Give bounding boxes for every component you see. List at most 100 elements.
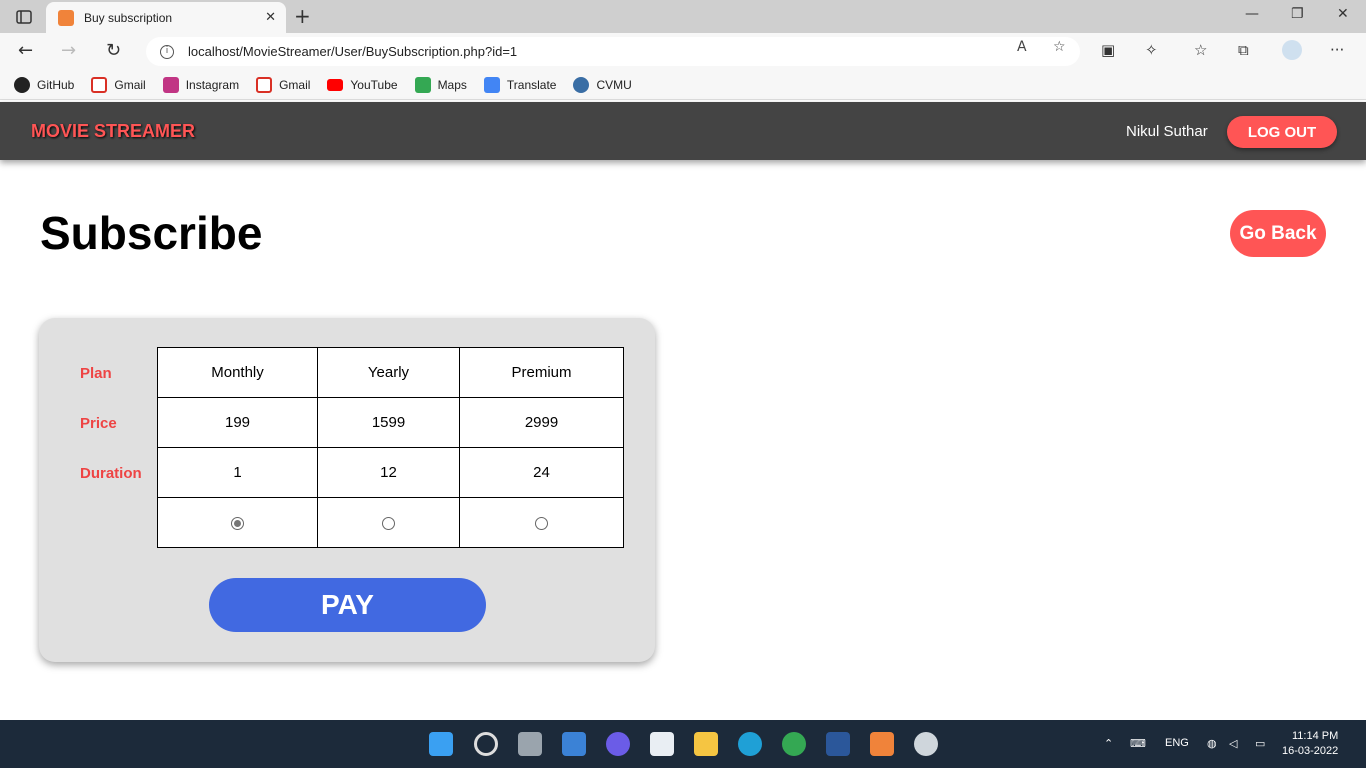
bookmark-label: Gmail bbox=[279, 77, 311, 92]
browser-tab-bar: Buy subscription ✕ + — ❐ ✕ bbox=[0, 0, 1366, 33]
tab-title: Buy subscription bbox=[84, 10, 173, 25]
bookmark-label: YouTube bbox=[350, 77, 398, 92]
add-favorite-icon[interactable]: ☆ bbox=[1053, 39, 1066, 55]
pay-button[interactable]: PAY bbox=[209, 578, 486, 632]
table-row: Monthly Yearly Premium bbox=[157, 347, 624, 398]
gmail-icon bbox=[91, 76, 108, 93]
clock-time: 11:14 PM bbox=[1292, 730, 1339, 742]
extensions-icon[interactable]: ✧ bbox=[1145, 41, 1158, 59]
app-icon[interactable] bbox=[914, 732, 938, 756]
translate-icon bbox=[483, 76, 500, 93]
collections-icon[interactable]: ⧉ bbox=[1238, 41, 1249, 59]
app-navbar: MOVIE STREAMER Nikul Suthar LOG OUT bbox=[0, 102, 1366, 160]
bookmark-youtube[interactable]: YouTube bbox=[327, 77, 398, 92]
forward-icon[interactable]: → bbox=[61, 40, 76, 61]
edge-icon[interactable] bbox=[738, 732, 762, 756]
plan-name-cell: Premium bbox=[459, 347, 624, 398]
new-tab-icon[interactable]: + bbox=[294, 4, 311, 28]
site-info-icon[interactable]: i bbox=[160, 44, 174, 59]
start-icon[interactable] bbox=[429, 732, 453, 756]
bookmark-gmail-2[interactable]: Gmail bbox=[256, 76, 311, 93]
show-hidden-icons-icon[interactable]: ⌃ bbox=[1104, 737, 1113, 750]
bookmark-github[interactable]: GitHub bbox=[14, 76, 75, 93]
bookmark-gmail[interactable]: Gmail bbox=[91, 76, 146, 93]
bookmark-label: Maps bbox=[437, 77, 467, 92]
chrome-icon[interactable] bbox=[782, 732, 806, 756]
close-tab-icon[interactable]: ✕ bbox=[265, 10, 276, 25]
plan-duration-cell: 24 bbox=[459, 447, 624, 498]
widgets-icon[interactable] bbox=[562, 732, 586, 756]
instagram-icon bbox=[162, 76, 179, 93]
favorites-icon[interactable]: ☆ bbox=[1194, 41, 1207, 59]
keyboard-icon[interactable]: ⌨ bbox=[1130, 737, 1146, 750]
table-row: 199 1599 2999 bbox=[157, 397, 624, 448]
table-row: 1 12 24 bbox=[157, 447, 624, 498]
read-aloud-icon[interactable]: A bbox=[1017, 39, 1027, 55]
teams-chat-icon[interactable] bbox=[606, 732, 630, 756]
plan-radio-monthly[interactable] bbox=[231, 516, 244, 530]
gmail-icon bbox=[256, 76, 273, 93]
bookmark-translate[interactable]: Translate bbox=[483, 76, 557, 93]
logout-button[interactable]: LOG OUT bbox=[1227, 116, 1337, 148]
browser-toolbar: ← → ↻ i localhost/MovieStreamer/User/Buy… bbox=[0, 33, 1366, 70]
bookmark-maps[interactable]: Maps bbox=[414, 76, 467, 93]
task-view-icon[interactable] bbox=[518, 732, 542, 756]
refresh-icon[interactable]: ↻ bbox=[106, 40, 121, 61]
clock-date: 16-03-2022 bbox=[1282, 745, 1339, 757]
plan-price-cell: 199 bbox=[157, 397, 318, 448]
plan-price-cell: 1599 bbox=[317, 397, 460, 448]
username: Nikul Suthar bbox=[1126, 123, 1208, 140]
bookmark-cvmu[interactable]: CVMU bbox=[573, 76, 632, 93]
plan-price-cell: 2999 bbox=[459, 397, 624, 448]
plan-select-cell bbox=[459, 497, 624, 548]
plan-row-label: Plan bbox=[80, 365, 112, 382]
go-back-button[interactable]: Go Back bbox=[1230, 210, 1326, 257]
bookmark-label: GitHub bbox=[37, 77, 75, 92]
page-title: Subscribe bbox=[40, 207, 263, 259]
back-icon[interactable]: ← bbox=[18, 40, 33, 61]
url-text: localhost/MovieStreamer/User/BuySubscrip… bbox=[188, 44, 518, 59]
minimize-icon[interactable]: — bbox=[1245, 6, 1259, 22]
bookmark-label: Gmail bbox=[114, 77, 146, 92]
bookmarks-bar: GitHub Gmail Instagram Gmail YouTube Map… bbox=[0, 70, 1366, 100]
battery-icon[interactable]: ▭ bbox=[1255, 737, 1265, 750]
windows-taskbar: ⌃ ⌨ ENG ◍ ◁ ▭ 11:14 PM 16-03-2022 bbox=[0, 720, 1366, 768]
plan-name-cell: Monthly bbox=[157, 347, 318, 398]
xampp-favicon-icon bbox=[58, 9, 74, 26]
browser-tab[interactable]: Buy subscription ✕ bbox=[46, 2, 286, 33]
clock[interactable]: 11:14 PM 16-03-2022 bbox=[1282, 729, 1338, 759]
github-icon bbox=[14, 76, 30, 93]
plan-radio-premium[interactable] bbox=[535, 516, 548, 530]
plan-select-cell bbox=[317, 497, 460, 548]
bookmark-instagram[interactable]: Instagram bbox=[162, 76, 240, 93]
plan-duration-cell: 1 bbox=[157, 447, 318, 498]
bookmark-label: Instagram bbox=[185, 77, 240, 92]
close-window-icon[interactable]: ✕ bbox=[1337, 6, 1349, 22]
youtube-icon bbox=[327, 78, 344, 91]
volume-icon[interactable]: ◁ bbox=[1229, 737, 1237, 750]
network-icon[interactable]: ◍ bbox=[1207, 737, 1217, 750]
bookmark-label: Translate bbox=[506, 77, 557, 92]
more-options-icon[interactable]: ··· bbox=[1330, 41, 1344, 59]
plan-select-cell bbox=[157, 497, 318, 548]
brand-logo[interactable]: MOVIE STREAMER bbox=[31, 121, 195, 142]
extension-fb-icon[interactable]: ▣ bbox=[1101, 41, 1115, 59]
plan-duration-cell: 12 bbox=[317, 447, 460, 498]
word-icon[interactable] bbox=[826, 732, 850, 756]
store-icon[interactable] bbox=[650, 732, 674, 756]
duration-row-label: Duration bbox=[80, 465, 142, 482]
profile-avatar[interactable] bbox=[1282, 40, 1302, 60]
file-explorer-icon[interactable] bbox=[694, 732, 718, 756]
maps-icon bbox=[414, 76, 431, 93]
address-bar[interactable]: i localhost/MovieStreamer/User/BuySubscr… bbox=[146, 37, 1080, 66]
cvmu-icon bbox=[573, 76, 590, 93]
bookmark-label: CVMU bbox=[596, 77, 632, 92]
search-icon[interactable] bbox=[474, 732, 498, 756]
xampp-icon[interactable] bbox=[870, 732, 894, 756]
language-indicator[interactable]: ENG bbox=[1165, 737, 1189, 749]
plans-table: Monthly Yearly Premium 199 1599 2999 1 1… bbox=[157, 347, 624, 548]
tab-actions-icon[interactable] bbox=[10, 6, 38, 28]
plan-name-cell: Yearly bbox=[317, 347, 460, 398]
restore-icon[interactable]: ❐ bbox=[1291, 6, 1304, 22]
plan-radio-yearly[interactable] bbox=[382, 516, 395, 530]
